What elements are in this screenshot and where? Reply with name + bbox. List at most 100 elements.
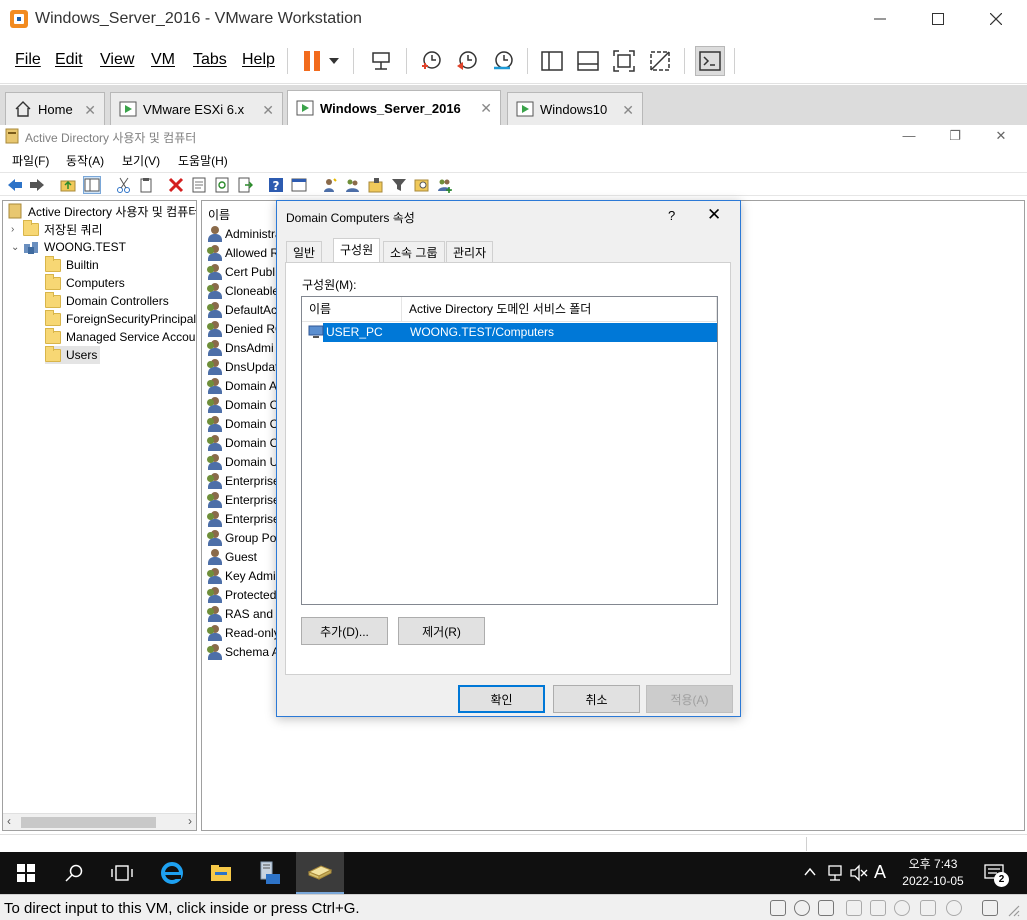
bluetooth-icon[interactable]: [894, 900, 910, 916]
close-button[interactable]: [973, 4, 1019, 34]
ad-restore-button[interactable]: ❐: [940, 128, 970, 144]
menu-tabs[interactable]: Tabs: [193, 51, 227, 69]
column-header-name[interactable]: 이름: [302, 297, 402, 322]
menu-file[interactable]: File: [15, 51, 41, 69]
tab-members[interactable]: 구성원: [333, 238, 381, 263]
tree-item-users[interactable]: Users: [45, 345, 101, 364]
tree-root[interactable]: Active Directory 사용자 및 컴퓨터: [7, 202, 196, 220]
tab-windows-server-2016[interactable]: Windows_Server_2016 ✕: [287, 90, 501, 125]
task-view-button[interactable]: [98, 852, 146, 894]
ad-menu-view[interactable]: 보기(V): [122, 152, 160, 169]
console-window-icon[interactable]: [291, 177, 307, 193]
list-item[interactable]: Domain A: [207, 377, 277, 395]
show-hidden-icons-icon[interactable]: [804, 867, 816, 877]
system-clock[interactable]: 오후 7:43 2022-10-05: [893, 856, 973, 890]
up-folder-icon[interactable]: [60, 177, 76, 193]
new-group-icon[interactable]: [345, 177, 361, 193]
dialog-close-icon[interactable]: ✕: [707, 205, 721, 225]
scroll-right-icon[interactable]: ›: [188, 814, 192, 828]
tab-windows10[interactable]: Windows10 ✕: [507, 92, 643, 125]
column-header-folder[interactable]: Active Directory 도메인 서비스 폴더: [402, 297, 717, 322]
list-item[interactable]: Cert Publ: [207, 263, 275, 281]
network-adapter-icon[interactable]: [818, 900, 834, 916]
dialog-help-button[interactable]: ?: [668, 208, 675, 223]
list-item[interactable]: RAS and: [207, 605, 273, 623]
active-directory-taskbar-button[interactable]: [296, 852, 344, 894]
add-member-button[interactable]: 추가(D)...: [301, 617, 388, 645]
scroll-left-icon[interactable]: ‹: [7, 814, 11, 828]
console-tree[interactable]: Active Directory 사용자 및 컴퓨터 › 저장된 쿼리 ⌄ WO…: [2, 200, 197, 831]
search-button[interactable]: [50, 852, 98, 894]
pause-button[interactable]: [297, 46, 327, 76]
thumbnail-bar-button[interactable]: [573, 46, 603, 76]
back-arrow-icon[interactable]: [7, 177, 23, 193]
file-explorer-button[interactable]: [197, 852, 245, 894]
tree-item-saved-queries[interactable]: › 저장된 쿼리: [11, 219, 103, 238]
power-dropdown-button[interactable]: [324, 46, 344, 76]
list-item[interactable]: DnsAdmi: [207, 339, 274, 357]
volume-muted-icon[interactable]: [849, 864, 869, 882]
menu-help[interactable]: Help: [242, 51, 275, 69]
start-button[interactable]: [2, 852, 50, 894]
ad-close-button[interactable]: ✕: [986, 128, 1016, 144]
apply-button[interactable]: 적용(A): [646, 685, 733, 713]
list-item[interactable]: Domain C: [207, 415, 278, 433]
delete-icon[interactable]: [168, 177, 184, 193]
export-list-icon[interactable]: [237, 177, 253, 193]
ad-menu-help[interactable]: 도움말(H): [178, 152, 228, 169]
printer-icon[interactable]: [920, 900, 936, 916]
scrollbar-thumb[interactable]: [21, 817, 156, 828]
list-item[interactable]: Denied RO: [207, 320, 284, 338]
hard-disk-icon[interactable]: [770, 900, 786, 916]
list-item[interactable]: Enterprise: [207, 491, 280, 509]
ad-menu-action[interactable]: 동작(A): [66, 152, 104, 169]
members-list[interactable]: 이름 Active Directory 도메인 서비스 폴더 USER_PC W…: [301, 296, 718, 605]
list-item[interactable]: Enterprise: [207, 510, 280, 528]
forward-arrow-icon[interactable]: [29, 177, 45, 193]
list-item[interactable]: Allowed R: [207, 244, 279, 262]
find-icon[interactable]: [414, 177, 430, 193]
snapshot-button[interactable]: [416, 46, 446, 76]
list-item[interactable]: DnsUpdat: [207, 358, 278, 376]
list-item[interactable]: Guest: [207, 548, 257, 566]
tab-close-icon[interactable]: ✕: [84, 102, 96, 119]
resize-grip-icon[interactable]: [1006, 903, 1020, 917]
maximize-button[interactable]: [915, 4, 961, 34]
cut-icon[interactable]: [116, 177, 132, 193]
tree-item-builtin[interactable]: Builtin: [45, 255, 99, 274]
cancel-button[interactable]: 취소: [553, 685, 640, 713]
tree-item-domain[interactable]: ⌄ WOONG.TEST: [11, 238, 126, 256]
show-console-tree-icon[interactable]: [83, 176, 101, 194]
send-ctrl-alt-del-button[interactable]: [366, 46, 396, 76]
tree-horizontal-scrollbar[interactable]: ‹ ›: [3, 813, 196, 830]
sound-card-icon[interactable]: [946, 900, 962, 916]
show-library-button[interactable]: [537, 46, 567, 76]
snapshot-manager-button[interactable]: [488, 46, 518, 76]
camera-icon[interactable]: [846, 900, 862, 916]
cd-dvd-icon[interactable]: [794, 900, 810, 916]
member-row[interactable]: USER_PC WOONG.TEST/Computers: [305, 323, 717, 342]
list-item[interactable]: Administrat: [207, 225, 285, 243]
list-item[interactable]: Key Admi: [207, 567, 276, 585]
tab-close-icon[interactable]: ✕: [262, 102, 274, 119]
expand-chevron-icon[interactable]: ›: [11, 224, 23, 235]
ime-indicator[interactable]: A: [874, 862, 886, 883]
unity-button[interactable]: [645, 46, 675, 76]
tree-item-computers[interactable]: Computers: [45, 273, 125, 292]
properties-icon[interactable]: [191, 177, 207, 193]
list-item[interactable]: Domain C: [207, 396, 278, 414]
collapse-chevron-icon[interactable]: ⌄: [11, 242, 23, 253]
minimize-button[interactable]: [857, 4, 903, 34]
ad-menu-file[interactable]: 파일(F): [12, 152, 49, 169]
refresh-icon[interactable]: [214, 177, 230, 193]
menu-vm[interactable]: VM: [151, 51, 175, 69]
tree-item-managed-service-accounts[interactable]: Managed Service Accounts: [45, 327, 196, 346]
revert-snapshot-button[interactable]: [452, 46, 482, 76]
remove-member-button[interactable]: 제거(R): [398, 617, 485, 645]
list-item[interactable]: Group Po: [207, 529, 276, 547]
help-icon[interactable]: ?: [268, 177, 284, 193]
action-center-button[interactable]: 2: [982, 862, 1010, 888]
list-column-header-name[interactable]: 이름: [208, 206, 230, 223]
new-ou-icon[interactable]: [368, 177, 384, 193]
usb-icon[interactable]: [870, 900, 886, 916]
